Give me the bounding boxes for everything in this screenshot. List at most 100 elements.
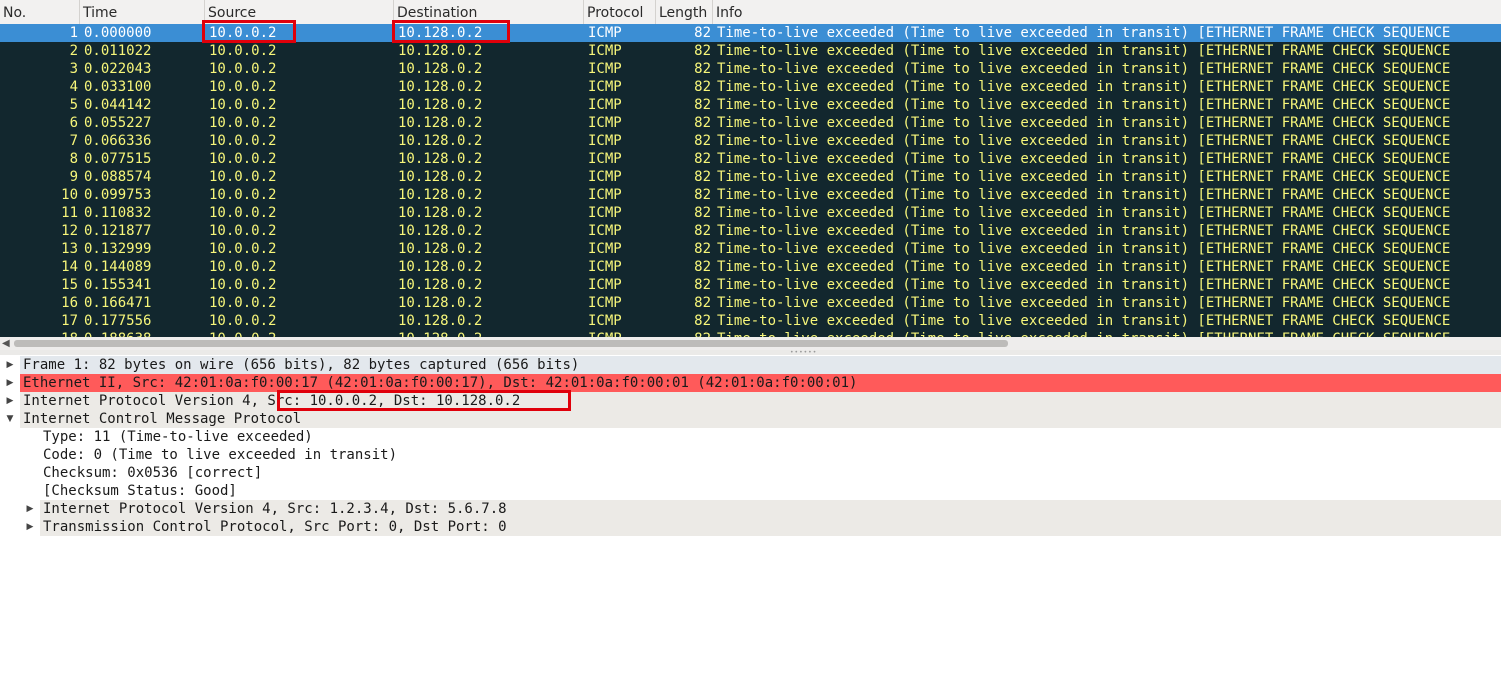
cell-destination: 10.128.0.2 <box>398 277 483 293</box>
cell-destination: 10.128.0.2 <box>398 115 483 131</box>
cell-time: 0.033100 <box>84 79 152 95</box>
scrollbar-thumb[interactable] <box>14 340 1008 347</box>
packet-list-pane[interactable]: No. Time Source Destination Protocol Len… <box>0 0 1501 350</box>
cell-no: 1 <box>69 25 78 41</box>
cell-no: 6 <box>69 115 78 131</box>
cell-info: Time-to-live exceeded (Time to live exce… <box>717 133 1451 149</box>
packet-row[interactable]: 14 0.144089 10.0.0.2 10.128.0.2 ICMP 82 Time-t… <box>0 258 1501 276</box>
cell-info: Time-to-live exceeded (Time to live exce… <box>717 223 1451 239</box>
arrow-left-icon[interactable]: ◀ <box>2 337 10 350</box>
column-header-no[interactable]: No. <box>0 0 80 24</box>
cell-protocol: ICMP <box>588 277 622 293</box>
packet-row[interactable]: 9 0.088574 10.0.0.2 10.128.0.2 ICMP 82 Time-to… <box>0 168 1501 186</box>
column-header-time[interactable]: Time <box>80 0 205 24</box>
triangle-right-icon[interactable]: ▶ <box>4 374 16 392</box>
cell-source: 10.0.0.2 <box>209 61 277 77</box>
cell-source: 10.0.0.2 <box>209 151 277 167</box>
detail-text: Frame 1: 82 bytes on wire (656 bits), 82… <box>23 357 580 373</box>
cell-source: 10.0.0.2 <box>209 133 277 149</box>
cell-destination: 10.128.0.2 <box>398 330 482 337</box>
packet-row[interactable]: 13 0.132999 10.0.0.2 10.128.0.2 ICMP 82 Time-t… <box>0 240 1501 258</box>
cell-no: 3 <box>69 61 78 77</box>
cell-source: 10.0.0.2 <box>209 223 277 239</box>
packet-row[interactable]: 16 0.166471 10.0.0.2 10.128.0.2 ICMP 82 Time-t… <box>0 294 1501 312</box>
cell-info: Time-to-live exceeded (Time to live exce… <box>717 205 1451 221</box>
detail-tree-item[interactable]: [Checksum Status: Good] <box>0 482 1501 500</box>
packet-row[interactable]: 17 0.177556 10.0.0.2 10.128.0.2 ICMP 82 Time-t… <box>0 312 1501 330</box>
packet-row[interactable]: 15 0.155341 10.0.0.2 10.128.0.2 ICMP 82 Time-t… <box>0 276 1501 294</box>
triangle-right-icon[interactable]: ▶ <box>4 392 16 410</box>
cell-no: 4 <box>69 79 78 95</box>
cell-time: 0.144089 <box>84 259 152 275</box>
column-header-length[interactable]: Length <box>656 0 713 24</box>
triangle-right-icon[interactable]: ▶ <box>4 356 16 374</box>
cell-source: 10.0.0.2 <box>209 330 276 337</box>
cell-destination: 10.128.0.2 <box>398 187 483 203</box>
cell-source: 10.0.0.2 <box>209 241 277 257</box>
column-header-protocol[interactable]: Protocol <box>584 0 656 24</box>
cell-protocol: ICMP <box>588 133 622 149</box>
triangle-right-icon[interactable]: ▶ <box>24 500 36 518</box>
detail-text: Code: 0 (Time to live exceeded in transi… <box>43 447 398 463</box>
horizontal-scrollbar[interactable]: ◀ <box>0 337 1501 350</box>
cell-info: Time-to-live exceeded (Time to live exce… <box>717 151 1451 167</box>
cell-time: 0.022043 <box>84 61 152 77</box>
cell-destination: 10.128.0.2 <box>398 313 483 329</box>
packet-row[interactable]: 6 0.055227 10.0.0.2 10.128.0.2 ICMP 82 Time-to… <box>0 114 1501 132</box>
cell-info: Time-to-live exceeded (Time to live exce… <box>717 25 1451 41</box>
packet-row[interactable]: 3 0.022043 10.0.0.2 10.128.0.2 ICMP 82 Time-to… <box>0 60 1501 78</box>
detail-text: Transmission Control Protocol, Src Port:… <box>43 519 507 535</box>
packet-row[interactable]: 18 0.188638 10.0.0.2 10.128.0.2 ICMP 82 Time-t… <box>0 330 1501 337</box>
detail-text: Internet Protocol Version 4, Src: 1.2.3.… <box>43 501 507 517</box>
packet-row[interactable]: 4 0.033100 10.0.0.2 10.128.0.2 ICMP 82 Time-to… <box>0 78 1501 96</box>
detail-tree-item[interactable]: ▶ Transmission Control Protocol, Src Port… <box>0 518 1501 536</box>
cell-length: 82 <box>694 169 711 185</box>
cell-info: Time-to-live exceeded (Time to live exce… <box>717 187 1451 203</box>
cell-length: 82 <box>694 79 711 95</box>
cell-info: Time-to-live exceeded (Time to live exce… <box>717 259 1451 275</box>
detail-tree-item[interactable]: ▶ Ethernet II, Src: 42:01:0a:f0:00:17 (42… <box>0 374 1501 392</box>
packet-row[interactable]: 7 0.066336 10.0.0.2 10.128.0.2 ICMP 82 Time-to… <box>0 132 1501 150</box>
cell-length: 82 <box>694 187 711 203</box>
cell-length: 82 <box>694 97 711 113</box>
cell-source: 10.0.0.2 <box>209 295 277 311</box>
cell-info: Time-to-live exceeded (Time to live exce… <box>717 61 1451 77</box>
detail-tree-item[interactable]: ▶ Internet Protocol Version 4, Src: 10.0.… <box>0 392 1501 410</box>
cell-protocol: ICMP <box>588 295 622 311</box>
detail-tree-item[interactable]: ▶ Internet Protocol Version 4, Src: 1.2.3… <box>0 500 1501 518</box>
cell-time: 0.000000 <box>84 25 152 41</box>
cell-time: 0.110832 <box>84 205 152 221</box>
cell-protocol: ICMP <box>588 330 622 337</box>
detail-tree-item[interactable]: ▼ Internet Control Message Protocol <box>0 410 1501 428</box>
packet-row[interactable]: 10 0.099753 10.0.0.2 10.128.0.2 ICMP 82 Time-t… <box>0 186 1501 204</box>
cell-info: Time-to-live exceeded (Time to live exce… <box>717 330 1450 337</box>
cell-destination: 10.128.0.2 <box>398 133 483 149</box>
cell-protocol: ICMP <box>588 115 622 131</box>
packet-row[interactable]: 11 0.110832 10.0.0.2 10.128.0.2 ICMP 82 Time-t… <box>0 204 1501 222</box>
cell-no: 17 <box>61 313 78 329</box>
highlight-box-ip-src-dst <box>277 390 571 411</box>
cell-no: 13 <box>61 241 78 257</box>
cell-time: 0.121877 <box>84 223 152 239</box>
column-header-info[interactable]: Info <box>713 0 1501 24</box>
cell-length: 82 <box>694 25 711 41</box>
splitter-grip-icon: •••••• <box>790 349 818 356</box>
cell-info: Time-to-live exceeded (Time to live exce… <box>717 295 1451 311</box>
detail-tree-item[interactable]: Type: 11 (Time-to-live exceeded) <box>0 428 1501 446</box>
detail-tree-item[interactable]: ▶ Frame 1: 82 bytes on wire (656 bits), 8… <box>0 356 1501 374</box>
cell-protocol: ICMP <box>588 259 622 275</box>
packet-row[interactable]: 12 0.121877 10.0.0.2 10.128.0.2 ICMP 82 Time-t… <box>0 222 1501 240</box>
triangle-right-icon[interactable]: ▶ <box>24 518 36 536</box>
triangle-down-icon[interactable]: ▼ <box>4 410 16 428</box>
cell-source: 10.0.0.2 <box>209 187 277 203</box>
packet-row[interactable]: 5 0.044142 10.0.0.2 10.128.0.2 ICMP 82 Time-to… <box>0 96 1501 114</box>
cell-protocol: ICMP <box>588 61 622 77</box>
pane-splitter[interactable]: •••••• <box>0 349 1501 356</box>
packet-row[interactable]: 2 0.011022 10.0.0.2 10.128.0.2 ICMP 82 Time-to… <box>0 42 1501 60</box>
cell-source: 10.0.0.2 <box>209 115 277 131</box>
cell-time: 0.011022 <box>84 43 152 59</box>
detail-tree-item[interactable]: Checksum: 0x0536 [correct] <box>0 464 1501 482</box>
packet-row[interactable]: 8 0.077515 10.0.0.2 10.128.0.2 ICMP 82 Time-to… <box>0 150 1501 168</box>
detail-tree-item[interactable]: Code: 0 (Time to live exceeded in transi… <box>0 446 1501 464</box>
cell-destination: 10.128.0.2 <box>398 169 483 185</box>
